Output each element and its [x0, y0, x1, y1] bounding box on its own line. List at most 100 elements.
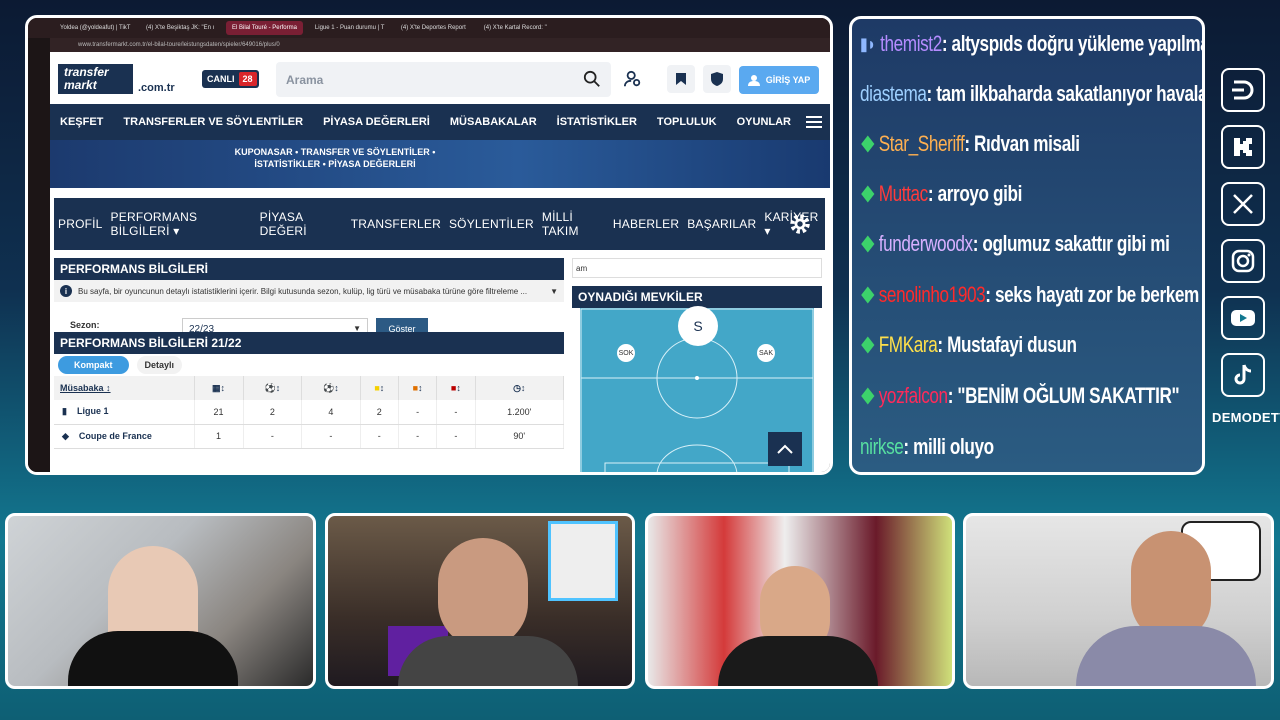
cell: 90': [475, 424, 565, 449]
instagram-icon[interactable]: [1221, 239, 1265, 283]
user-icon: [747, 75, 760, 86]
chat-username[interactable]: nirkse: [860, 434, 904, 460]
diamond-badge-icon: [861, 135, 875, 153]
gear-icon[interactable]: [787, 211, 813, 237]
table-row: ▮ Ligue 1 21 2 4 2 - - 1.200': [54, 400, 565, 425]
chat-text: : arroyo gibi: [927, 181, 1022, 206]
col-minutes-icon[interactable]: ◷↕: [475, 376, 565, 400]
position-title: OYNADIĞI MEVKİLER: [572, 286, 822, 308]
tab-kompakt[interactable]: Kompakt: [58, 356, 129, 374]
chat-message: ▮◗ themist2 : altyspıds doğru yükleme ya…: [860, 31, 1202, 57]
diamond-badge-icon: [861, 185, 875, 203]
x-icon[interactable]: [1221, 182, 1265, 226]
transfermarkt-page: transfer markt .com.tr CANLI 28 Arama Gİ…: [50, 52, 830, 472]
col-matches-icon[interactable]: ▦↕: [194, 376, 244, 400]
live-button[interactable]: CANLI 28: [202, 70, 259, 88]
chat-username[interactable]: yozfalcon: [879, 383, 948, 409]
subnav-piyasa[interactable]: PİYASA DEĞERİ: [256, 210, 347, 238]
chat-message: senolinho1903 : seks hayatı zor be berke…: [860, 282, 1199, 308]
info-bar[interactable]: i Bu sayfa, bir oyuncunun detaylı istati…: [54, 280, 564, 302]
subnav-haberler[interactable]: HABERLER: [609, 217, 683, 231]
user-search-icon[interactable]: [619, 65, 647, 93]
chat-message: Muttac : arroyo gibi: [860, 181, 1022, 207]
browser-tab[interactable]: Yoldea (@yoldeafut) | TikT: [54, 21, 134, 35]
chat-username[interactable]: Star_Sheriff: [879, 131, 965, 157]
dlive-icon[interactable]: [1221, 68, 1265, 112]
nav-oyunlar[interactable]: OYUNLAR: [727, 116, 801, 128]
chat-username[interactable]: Muttac: [879, 181, 929, 207]
site-logo[interactable]: transfer markt: [58, 64, 133, 94]
subnav-milli-takim[interactable]: MİLLİ TAKIM: [538, 210, 609, 238]
competition-cell[interactable]: ◆ Coupe de France: [54, 424, 195, 449]
chat-text: : seks hayatı zor be berkem: [985, 282, 1199, 307]
webcam-4: [963, 513, 1274, 689]
promo-banner[interactable]: KUPONASAR • TRANSFER VE SÖYLENTİLER • İS…: [50, 140, 830, 188]
chat-message: Star_Sheriff : Rıdvan misali: [860, 131, 1080, 157]
cell: 1.200': [475, 400, 565, 425]
chat-username[interactable]: FMKara: [879, 332, 938, 358]
nav-musabakalar[interactable]: MÜSABAKALAR: [440, 116, 547, 128]
chat-username[interactable]: diastema: [860, 81, 927, 107]
menu-icon[interactable]: [806, 114, 822, 130]
subnav-soylentiler[interactable]: SÖYLENTİLER: [445, 217, 538, 231]
person-body: [398, 636, 578, 686]
cell: -: [398, 400, 438, 425]
cell: -: [398, 424, 438, 449]
col-musabaka[interactable]: Müsabaka ↕: [54, 376, 195, 400]
login-button[interactable]: GİRİŞ YAP: [739, 66, 819, 94]
scroll-to-top-button[interactable]: [768, 432, 802, 466]
chat-text: : altyspıds doğru yükleme yapılmamıştır: [941, 31, 1202, 56]
address-bar[interactable]: www.transfermarkt.com.tr/el-bilal-toure/…: [28, 38, 830, 52]
chat-username[interactable]: funderwoodx: [879, 231, 973, 257]
logo-domain: .com.tr: [138, 82, 175, 94]
tab-detayli[interactable]: Detaylı: [136, 356, 183, 374]
col-goals-icon[interactable]: ⚽↕: [243, 376, 303, 400]
search-input[interactable]: Arama: [276, 62, 611, 97]
performance-table-panel: PERFORMANS BİLGİLERİ 21/22 Kompakt Detay…: [54, 332, 565, 449]
person-head: [438, 538, 528, 648]
webcam-2: [325, 513, 635, 689]
position-left-marker: SOK: [617, 344, 635, 362]
bookmark-icon[interactable]: [667, 65, 695, 93]
browser-tab[interactable]: (4) X'te Deportes Report: [395, 21, 472, 35]
chat-text: : tam ilkbaharda sakatlanıyor havalar ıs…: [926, 81, 1202, 106]
chat-username[interactable]: themist2: [880, 31, 942, 57]
nav-transferler[interactable]: TRANSFERLER VE SÖYLENTİLER: [113, 116, 313, 128]
panel-title: PERFORMANS BİLGİLERİ: [54, 258, 564, 280]
tiktok-icon[interactable]: [1221, 353, 1265, 397]
cell: -: [436, 424, 476, 449]
live-label: CANLI: [207, 74, 235, 84]
subnav-basarilar[interactable]: BAŞARILAR: [683, 217, 760, 231]
search-icon[interactable]: [583, 70, 601, 88]
chevron-down-icon[interactable]: ▼: [550, 287, 558, 296]
chat-text: : "BENİM OĞLUM SAKATTIR": [947, 383, 1180, 408]
nav-istatistikler[interactable]: İSTATİSTİKLER: [547, 116, 647, 128]
browser-tab[interactable]: (4) X'te Beşiktaş JK: "En ı: [140, 21, 220, 35]
nav-piyasa[interactable]: PİYASA DEĞERLERİ: [313, 116, 440, 128]
player-subnav: PROFİL PERFORMANS BİLGİLERİ ▾ PİYASA DEĞ…: [54, 198, 825, 250]
webcam-3: [645, 513, 955, 689]
competition-cell[interactable]: ▮ Ligue 1: [54, 400, 195, 425]
col-second-yellow-icon[interactable]: ■↕: [398, 376, 438, 400]
subnav-profil[interactable]: PROFİL: [54, 217, 107, 231]
cell: 2: [243, 400, 303, 425]
browser-tab-active[interactable]: El Bilal Touré - Performa: [226, 21, 303, 35]
youtube-icon[interactable]: [1221, 296, 1265, 340]
col-red-card-icon[interactable]: ■↕: [436, 376, 476, 400]
browser-tab[interactable]: Ligue 1 - Puan durumu | T: [309, 21, 389, 35]
browser-tab[interactable]: (4) X'te Kartal Record: ": [478, 21, 553, 35]
subnav-performans[interactable]: PERFORMANS BİLGİLERİ ▾: [107, 210, 256, 238]
col-yellow-card-icon[interactable]: ■↕: [360, 376, 399, 400]
chat-username[interactable]: senolinho1903: [879, 282, 986, 308]
nav-kesfet[interactable]: KEŞFET: [50, 116, 113, 128]
table-row: ◆ Coupe de France 1 - - - - - 90': [54, 424, 565, 449]
shield-icon[interactable]: [703, 65, 731, 93]
logo-line2: markt: [64, 78, 97, 92]
chat-text: : milli oluyo: [903, 434, 994, 459]
subnav-transferler[interactable]: TRANSFERLER: [347, 217, 445, 231]
col-assists-icon[interactable]: ⚽↕: [301, 376, 361, 400]
nav-topluluk[interactable]: TOPLULUK: [647, 116, 727, 128]
kick-icon[interactable]: [1221, 125, 1265, 169]
mini-textbox[interactable]: am: [572, 258, 822, 278]
chat-text: : Rıdvan misali: [964, 131, 1080, 156]
